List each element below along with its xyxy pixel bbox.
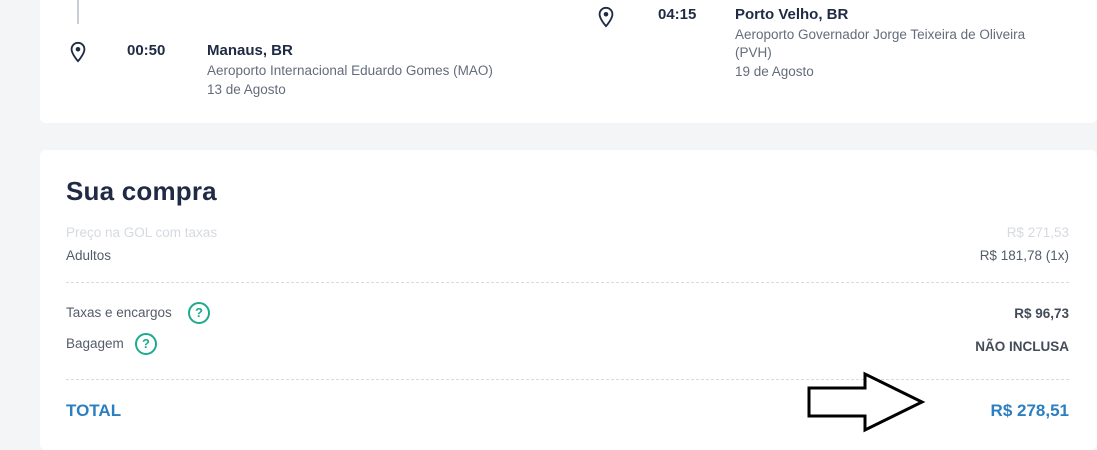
taxes-label: Taxas e encargos: [66, 305, 172, 320]
arrival-time: 04:15: [658, 6, 697, 23]
timeline-line: [77, 0, 79, 24]
baggage-label: Bagagem: [66, 336, 124, 351]
departure-airport: Aeroporto Internacional Eduardo Gomes (M…: [207, 63, 493, 78]
map-pin-icon: [595, 6, 617, 28]
arrival-airport-line1: Aeroporto Governador Jorge Teixeira de O…: [735, 27, 1026, 42]
map-pin-icon: [67, 41, 89, 63]
purchase-title: Sua compra: [66, 176, 217, 206]
departure-date: 13 de Agosto: [207, 82, 286, 97]
arrival-city: Porto Velho, BR: [735, 6, 849, 23]
total-label: TOTAL: [66, 401, 122, 420]
flight-itinerary-card: 00:50 Manaus, BR Aeroporto Internacional…: [40, 0, 1097, 123]
arrow-right-icon: [807, 371, 926, 433]
departure-city: Manaus, BR: [207, 42, 293, 59]
price-gol-value: R$ 271,53: [1006, 225, 1069, 240]
arrival-airport-line2: (PVH): [735, 45, 772, 60]
help-circle-icon[interactable]: ?: [188, 302, 210, 324]
divider: [66, 282, 1069, 283]
arrival-date: 19 de Agosto: [735, 64, 814, 79]
adults-label: Adultos: [66, 248, 112, 263]
total-value: R$ 278,51: [990, 401, 1069, 420]
departure-time: 00:50: [127, 42, 166, 59]
price-gol-label: Preço na GOL com taxas: [66, 225, 218, 240]
purchase-summary-card: Sua compra Preço na GOL com taxas R$ 271…: [40, 150, 1097, 450]
baggage-value: NÃO INCLUSA: [975, 339, 1069, 354]
help-circle-icon[interactable]: ?: [135, 333, 157, 355]
adults-value: R$ 181,78 (1x): [979, 248, 1069, 263]
taxes-value: R$ 96,73: [1014, 306, 1069, 321]
